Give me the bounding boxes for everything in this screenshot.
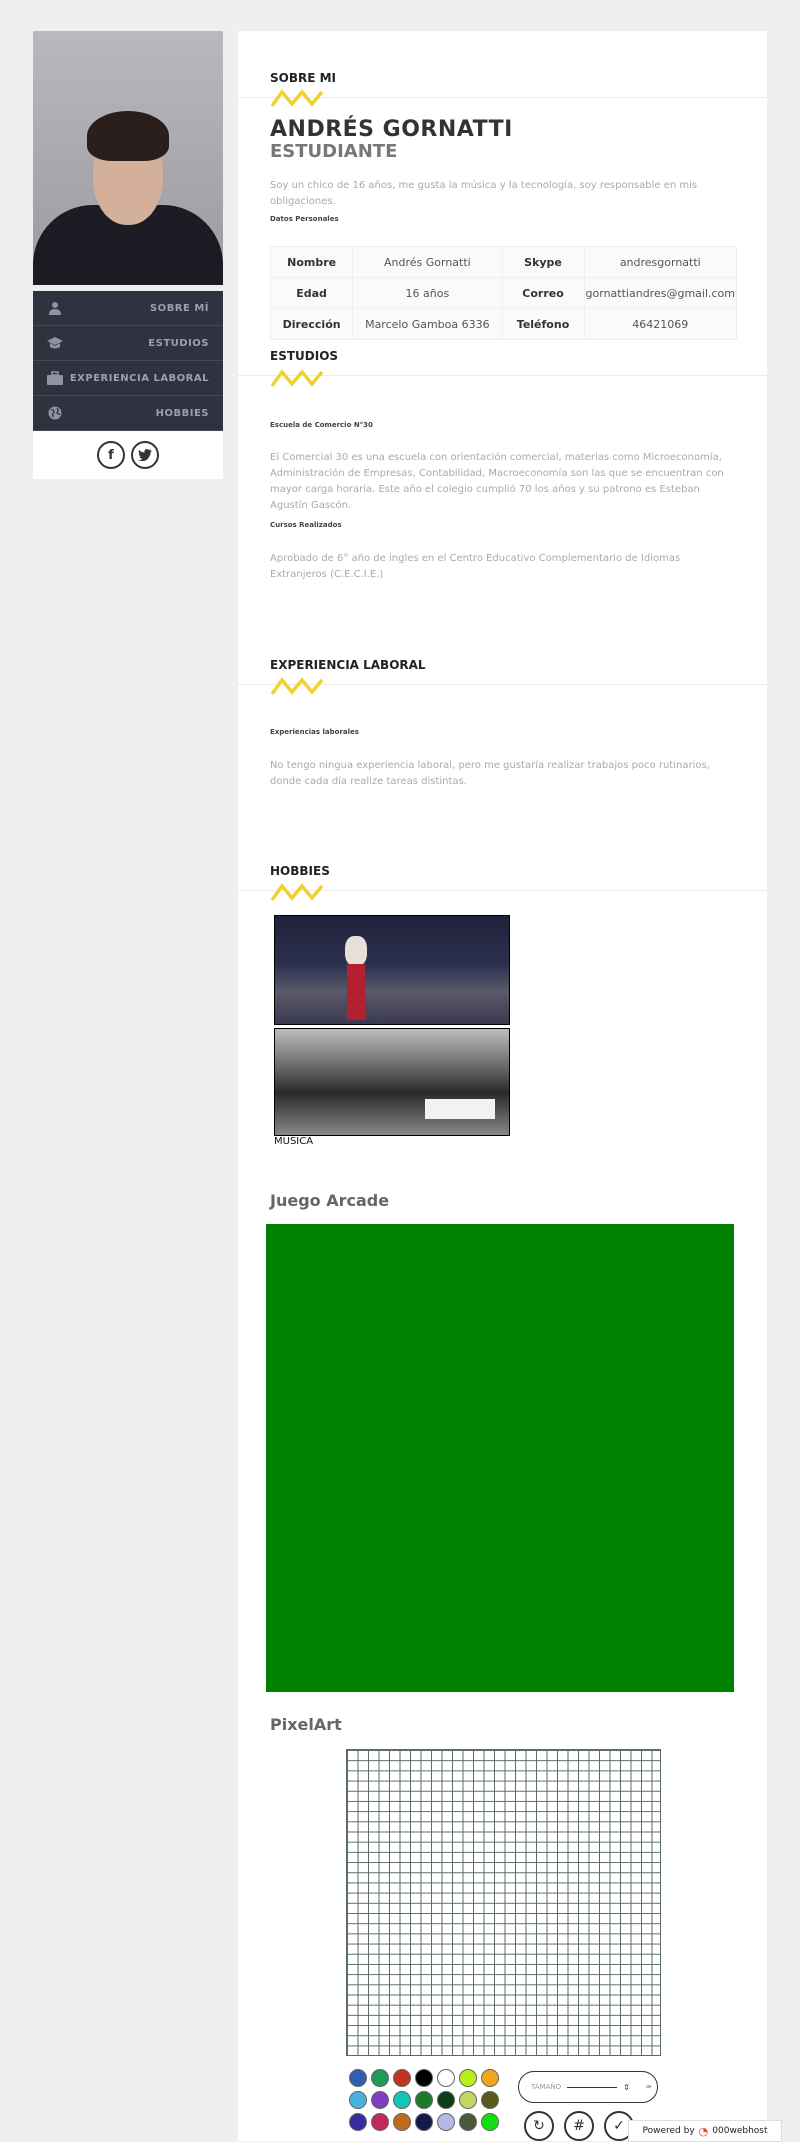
experience-description: No tengo ningua experiencia laboral, per… xyxy=(270,760,710,787)
concert-photo-2 xyxy=(274,1028,510,1136)
nav-item-estudios[interactable]: ESTUDIOS xyxy=(33,326,223,361)
size-stepper-icon[interactable]: ⇕ xyxy=(623,2083,630,2092)
briefcase-icon xyxy=(47,370,63,386)
size-control[interactable]: TAMAÑO ⇕ ✑ xyxy=(518,2071,658,2103)
table-cell: 16 años xyxy=(352,277,503,309)
color-swatch[interactable] xyxy=(371,2069,389,2087)
color-swatch[interactable] xyxy=(415,2113,433,2131)
color-swatch[interactable] xyxy=(459,2069,477,2087)
zigzag-decoration xyxy=(270,677,324,696)
color-swatch[interactable] xyxy=(349,2091,367,2109)
main-content: SOBRE MI ANDRÉS GORNATTI ESTUDIANTE Soy … xyxy=(238,31,767,2141)
color-swatch[interactable] xyxy=(393,2113,411,2131)
table-cell: Andrés Gornatti xyxy=(352,246,503,278)
social-links: f xyxy=(33,431,223,479)
powered-brand: 000webhost xyxy=(712,2126,768,2136)
concert-photo-1 xyxy=(274,915,510,1025)
color-swatch[interactable] xyxy=(349,2113,367,2131)
color-swatch[interactable] xyxy=(415,2091,433,2109)
color-swatch[interactable] xyxy=(481,2113,499,2131)
personal-data-heading: Datos Personales xyxy=(270,215,339,223)
table-row: Edad 16 años Correo gornattiandres@gmail… xyxy=(269,277,738,309)
zigzag-decoration xyxy=(270,883,324,902)
table-row: Dirección Marcelo Gamboa 6336 Teléfono 4… xyxy=(269,308,738,340)
color-swatch[interactable] xyxy=(459,2113,477,2131)
color-swatch[interactable] xyxy=(437,2091,455,2109)
webhost-logo-icon: ◔ xyxy=(698,2124,709,2138)
courses-description: Aprobado de 6° año de ingles en el Centr… xyxy=(270,553,681,580)
color-swatch[interactable] xyxy=(371,2091,389,2109)
pixelart-title: PixelArt xyxy=(270,1715,342,1734)
table-cell: Teléfono xyxy=(501,308,585,340)
nav-label: HOBBIES xyxy=(155,407,209,419)
courses-heading: Cursos Realizados xyxy=(270,521,342,529)
personal-data-table: Nombre Andrés Gornatti Skype andresgorna… xyxy=(269,246,738,340)
color-swatch[interactable] xyxy=(393,2091,411,2109)
table-cell: Dirección xyxy=(269,308,354,340)
table-cell: Marcelo Gamboa 6336 xyxy=(352,308,503,340)
table-cell: Skype xyxy=(501,246,585,278)
powered-by-badge[interactable]: Powered by ◔ 000webhost xyxy=(628,2120,782,2142)
color-palette xyxy=(349,2069,499,2131)
zigzag-decoration xyxy=(270,89,324,108)
table-cell: gornattiandres@gmail.com xyxy=(583,277,738,309)
color-swatch[interactable] xyxy=(481,2069,499,2087)
twitter-icon[interactable] xyxy=(131,441,159,469)
music-caption: MÚSICA xyxy=(274,1136,314,1147)
color-swatch[interactable] xyxy=(371,2113,389,2131)
graduation-cap-icon xyxy=(47,335,63,351)
table-cell: Nombre xyxy=(269,246,354,278)
size-label: TAMAÑO xyxy=(531,2083,562,2091)
powered-label: Powered by xyxy=(642,2126,695,2136)
arcade-game-canvas[interactable] xyxy=(266,1224,734,1692)
zigzag-decoration xyxy=(270,369,324,388)
sidebar: SOBRE MÍ ESTUDIOS EXPERIENCIA LABORAL HO… xyxy=(33,31,223,479)
nav-label: EXPERIENCIA LABORAL xyxy=(69,372,209,384)
color-swatch[interactable] xyxy=(393,2069,411,2087)
table-cell: Correo xyxy=(501,277,585,309)
color-swatch[interactable] xyxy=(437,2113,455,2131)
facebook-icon[interactable]: f xyxy=(97,441,125,469)
profile-role: ESTUDIANTE xyxy=(270,141,398,162)
brush-icon[interactable]: ✑ xyxy=(646,2083,652,2091)
color-swatch[interactable] xyxy=(459,2091,477,2109)
nav-item-sobre-mi[interactable]: SOBRE MÍ xyxy=(33,291,223,326)
section-title-sobre-mi: SOBRE MI xyxy=(270,71,337,85)
section-title-experiencia: EXPERIENCIA LABORAL xyxy=(270,658,426,672)
section-title-estudios: ESTUDIOS xyxy=(270,349,339,363)
school-description: El Comercial 30 es una escuela con orien… xyxy=(270,452,724,511)
intro-text: Soy un chico de 16 años, me gusta la mús… xyxy=(270,180,698,207)
refresh-icon[interactable]: ↻ xyxy=(524,2111,554,2141)
nav-item-hobbies[interactable]: HOBBIES xyxy=(33,396,223,431)
globe-icon xyxy=(47,405,63,421)
grid-toggle-icon[interactable]: # xyxy=(564,2111,594,2141)
arcade-title: Juego Arcade xyxy=(270,1191,390,1210)
color-swatch[interactable] xyxy=(437,2069,455,2087)
table-cell: andresgornatti xyxy=(583,246,738,278)
user-icon xyxy=(47,300,63,316)
profile-name: ANDRÉS GORNATTI xyxy=(270,117,513,142)
color-swatch[interactable] xyxy=(349,2069,367,2087)
table-row: Nombre Andrés Gornatti Skype andresgorna… xyxy=(269,246,738,278)
section-title-hobbies: HOBBIES xyxy=(270,864,330,878)
profile-photo xyxy=(33,31,223,285)
size-slider[interactable] xyxy=(567,2086,618,2088)
nav-item-experiencia[interactable]: EXPERIENCIA LABORAL xyxy=(33,361,223,396)
color-swatch[interactable] xyxy=(481,2091,499,2109)
pixel-grid[interactable] xyxy=(346,1749,661,2056)
experience-heading: Experiencias laborales xyxy=(270,728,359,736)
nav-label: SOBRE MÍ xyxy=(149,302,209,314)
sidebar-nav: SOBRE MÍ ESTUDIOS EXPERIENCIA LABORAL HO… xyxy=(33,291,223,431)
color-swatch[interactable] xyxy=(415,2069,433,2087)
table-cell: 46421069 xyxy=(583,308,738,340)
table-cell: Edad xyxy=(269,277,354,309)
nav-label: ESTUDIOS xyxy=(148,337,209,349)
school-heading: Escuela de Comercio N°30 xyxy=(270,421,373,429)
